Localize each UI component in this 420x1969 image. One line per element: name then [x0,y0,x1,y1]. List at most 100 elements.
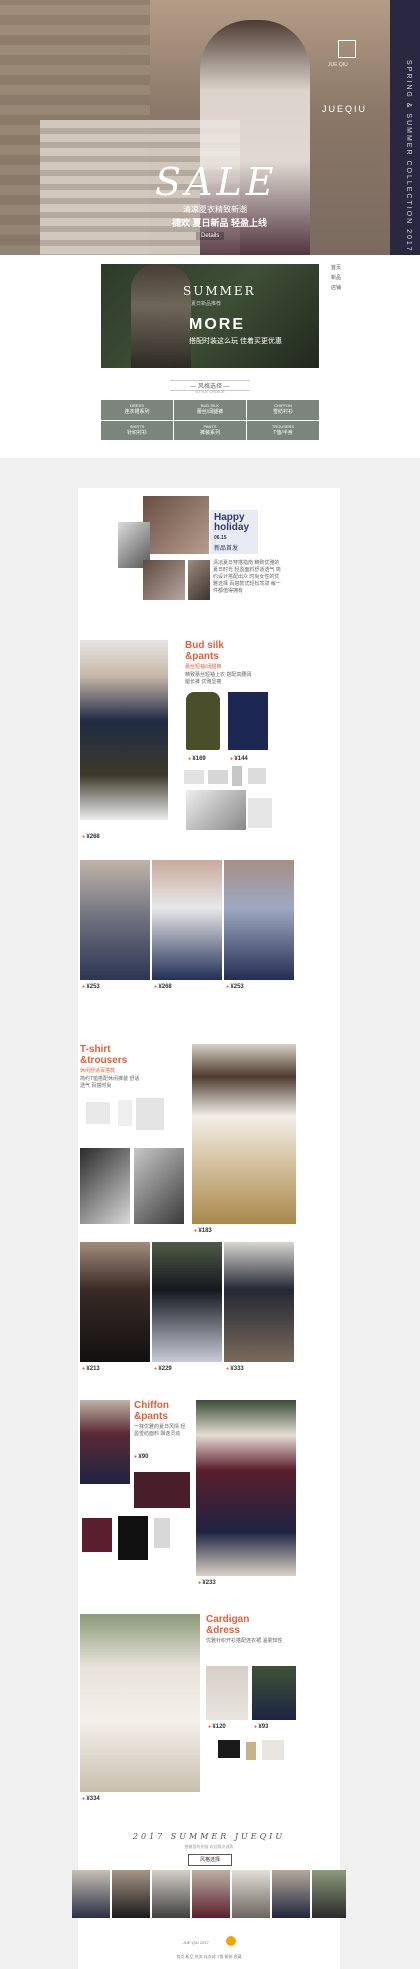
summer-banner[interactable]: SUMMER 夏日新品推荐 MORE 搭配时装这么玩 佳着买更优惠 [101,264,319,368]
category-zh: 雪纺衬衫 [272,409,293,415]
chiffon-description: 一抹优雅的夏日风情 轻盈雪纺面料 飘逸灵动 [134,1424,186,1437]
price-value: ¥253 [230,984,244,990]
price-value: ¥169 [192,756,206,762]
price-value: ¥183 [198,1228,212,1234]
back-to-top-icon[interactable] [226,1936,236,1946]
chiffon-photo-small[interactable] [80,1400,130,1484]
cardigan-shoes-photo[interactable] [262,1740,284,1760]
tshirt-subtitle: 休闲舒适百搭款 [80,1068,116,1074]
chiffon-shoes-product[interactable] [154,1518,170,1548]
footer-style-button[interactable]: 风格选择 [188,1854,232,1866]
price-value: ¥233 [202,1580,216,1586]
thumb-4[interactable] [192,1870,230,1918]
footer-heading: 2017 SUMMER JUEQIU [132,1832,286,1841]
summer-title: SUMMER [183,284,256,298]
cardigan-photo-a[interactable] [206,1666,248,1720]
tshirt-main-photo[interactable] [192,1044,296,1224]
look-photo-5[interactable] [152,1242,222,1362]
category-cell[interactable]: BUD SILK 蕾丝/阔腿裤 [174,400,246,420]
holiday-photo-small-b[interactable] [188,560,210,600]
holiday-photo-small-a[interactable] [143,560,185,600]
price-value: ¥334 [86,1796,100,1802]
handbag-photo[interactable] [218,1740,240,1758]
thumb-7[interactable] [312,1870,346,1918]
thumb-5[interactable] [232,1870,270,1918]
price-value: ¥213 [86,1366,100,1372]
category-grid: DRESS 连衣裙系列 BUD SILK 蕾丝/阔腿裤 CHIFFON 雪纺衬衫 SH… [101,400,319,440]
category-cell[interactable]: CHIFFON 雪纺衬衫 [247,400,319,420]
look-photo-1[interactable] [80,860,150,980]
chiffon-main-photo[interactable] [196,1400,296,1576]
accessory-cup[interactable] [248,768,266,784]
bud-silk-price-main: ● ¥268 [82,834,100,840]
summer-model-photo [131,264,191,368]
side-nav-item[interactable]: 店铺 [326,284,346,291]
accessory-choker[interactable] [184,770,204,784]
thumb-6[interactable] [272,1870,310,1918]
necklace-photo[interactable] [118,1100,132,1126]
price-value: ¥253 [86,984,100,990]
look-photo-2[interactable] [152,860,222,980]
heels-photo[interactable] [248,798,272,828]
skirt-product-photo[interactable] [186,692,220,750]
accessory-bottle[interactable] [246,1742,256,1760]
chiffon-title: Chiffon &pants [134,1400,169,1422]
cardigan-price-a: ● ¥120 [208,1724,226,1730]
category-zh: T恤/半身 [273,429,293,436]
cardigan-main-photo[interactable] [80,1614,200,1792]
thumb-3[interactable] [152,1870,190,1918]
hero-banner[interactable]: SPRING & SUMMER COLLECTION 2017 JUE QIU … [0,0,420,255]
look-photo-6[interactable] [224,1242,294,1362]
holiday-description: 清凉夏日穿搭指南 精致优雅的夏日时光 轻盈面料舒适透气 简约设计搭配出众 时尚女… [213,560,281,594]
accessory-perfume[interactable] [232,766,242,786]
cardigan-title-line2: &dress [206,1625,240,1636]
cardigan-price-b: ● ¥93 [254,1724,269,1730]
category-cell[interactable]: SHIRTS 针织衬衫 [101,420,173,440]
bud-silk-title-line2: &pants [185,651,219,662]
category-en: SHIRTS [129,423,145,429]
holiday-date: 06.15 [214,535,227,541]
look-photo-3[interactable] [224,860,294,980]
side-nav-item[interactable]: 新品 [326,274,346,281]
sneakers-photo[interactable] [86,1102,110,1124]
thumb-1[interactable] [72,1870,110,1918]
tee-product-photo[interactable] [136,1098,164,1130]
hero-subtitle: 清凉夏衣精致新潮 [183,205,247,214]
tshirt-title: T-shirt &trousers [80,1044,127,1066]
cardigan-photo-b[interactable] [252,1666,296,1720]
holiday-photo-main[interactable] [143,496,209,554]
category-zh: 连衣裙系列 [124,409,150,415]
price-value: ¥229 [158,1366,172,1372]
tshirt-bw-photo-1[interactable] [80,1148,130,1224]
price-value: ¥268 [158,984,172,990]
footer-links[interactable]: 首页 新品 热卖 连衣裙 T恤 裤装 收藏 [78,1954,340,1960]
category-zh: 蕾丝/阔腿裤 [196,409,224,415]
chiffon-top-product[interactable] [82,1518,112,1552]
bud-silk-description: 精致蕾丝短袖上衣 搭配高腰阔腿长裤 优雅显瘦 [185,672,252,685]
tshirt-bw-photo-2[interactable] [134,1148,184,1224]
category-cell[interactable]: TROUSERS T恤/半身 [247,420,319,440]
category-cell[interactable]: DRESS 连衣裙系列 [101,400,173,420]
price-value: ¥90 [138,1454,149,1460]
look-photo-4[interactable] [80,1242,150,1362]
category-en: TROUSERS [271,423,295,429]
chiffon-pants-product[interactable] [118,1516,148,1560]
category-cell[interactable]: PANTS 裤装系列 [174,420,246,440]
bud-silk-bw-photo[interactable] [186,790,246,830]
holiday-tag: 新品首发 [214,546,239,552]
side-nav-item[interactable]: 首页 [326,264,346,271]
thumb-2[interactable] [112,1870,150,1918]
tshirt-price-main: ● ¥183 [194,1228,212,1234]
sale-title: SALE [155,160,278,204]
category-zh: 裤装系列 [199,429,220,436]
summer-subtitle: 夏日新品推荐 [191,301,222,307]
chiffon-price-a: ● ¥90 [134,1454,149,1460]
details-button[interactable]: Details [196,232,225,240]
chiffon-fabric-photo[interactable] [134,1472,190,1508]
chiffon-title-line1: Chiffon [134,1400,169,1411]
bud-silk-subtitle: 蕾丝短袖/阔腿裤 [185,664,222,670]
bud-silk-main-photo[interactable] [80,640,168,820]
pants-product-photo[interactable] [228,692,268,750]
look-price-6: ● ¥333 [226,1366,244,1372]
accessory-watch[interactable] [208,770,228,784]
